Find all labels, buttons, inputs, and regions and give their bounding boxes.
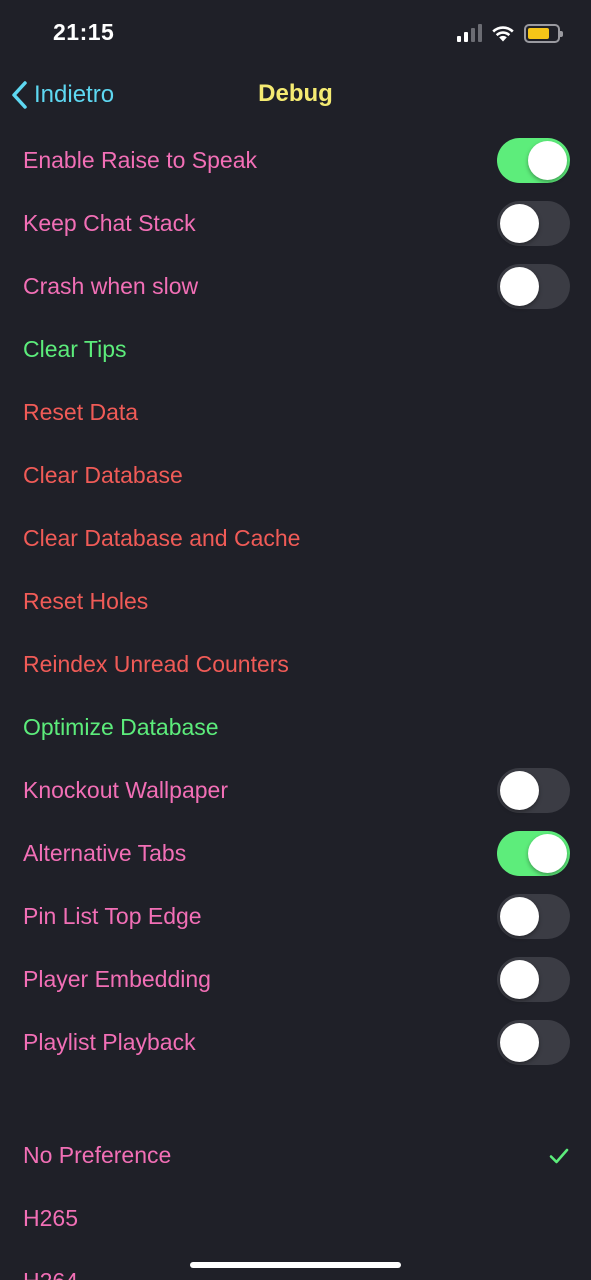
toggle-knob bbox=[500, 897, 539, 936]
wifi-icon bbox=[492, 26, 514, 42]
setting-label: Knockout Wallpaper bbox=[23, 777, 228, 803]
battery-icon bbox=[524, 23, 563, 43]
alternative-tabs-toggle[interactable] bbox=[497, 831, 570, 876]
setting-label: Keep Chat Stack bbox=[23, 210, 196, 236]
setting-label: Enable Raise to Speak bbox=[23, 147, 257, 173]
reindex-unread-counters-button[interactable]: Reindex Unread Counters bbox=[0, 633, 591, 696]
action-label: Reindex Unread Counters bbox=[23, 651, 289, 677]
setting-playlist-playback: Playlist Playback bbox=[0, 1011, 591, 1074]
toggle-knob bbox=[500, 771, 539, 810]
action-label: Clear Database bbox=[23, 462, 183, 488]
status-icons bbox=[457, 22, 563, 44]
page-title: Debug bbox=[258, 80, 333, 107]
navigation-bar: Indietro Debug bbox=[0, 66, 591, 124]
enable-raise-to-speak-toggle[interactable] bbox=[497, 138, 570, 183]
toggle-knob bbox=[528, 141, 567, 180]
action-label: Optimize Database bbox=[23, 714, 219, 740]
knockout-wallpaper-toggle[interactable] bbox=[497, 768, 570, 813]
checkmark-icon bbox=[549, 1148, 569, 1163]
toggle-knob bbox=[528, 834, 567, 873]
keep-chat-stack-toggle[interactable] bbox=[497, 201, 570, 246]
setting-alternative-tabs: Alternative Tabs bbox=[0, 822, 591, 885]
settings-list: Enable Raise to Speak Keep Chat Stack Cr… bbox=[0, 129, 591, 1280]
pin-list-top-edge-toggle[interactable] bbox=[497, 894, 570, 939]
status-bar: 21:15 bbox=[0, 0, 591, 66]
crash-when-slow-toggle[interactable] bbox=[497, 264, 570, 309]
playlist-playback-toggle[interactable] bbox=[497, 1020, 570, 1065]
setting-player-embedding: Player Embedding bbox=[0, 948, 591, 1011]
status-time: 21:15 bbox=[53, 19, 115, 45]
action-label: Clear Database and Cache bbox=[23, 525, 301, 551]
setting-label: Playlist Playback bbox=[23, 1029, 196, 1055]
codec-option-no-preference[interactable]: No Preference bbox=[0, 1124, 591, 1187]
toggle-knob bbox=[500, 204, 539, 243]
action-label: Reset Data bbox=[23, 399, 139, 425]
clear-database-and-cache-button[interactable]: Clear Database and Cache bbox=[0, 507, 591, 570]
toggle-knob bbox=[500, 267, 539, 306]
option-label: H264 bbox=[23, 1268, 78, 1280]
clear-database-button[interactable]: Clear Database bbox=[0, 444, 591, 507]
player-embedding-toggle[interactable] bbox=[497, 957, 570, 1002]
setting-label: Crash when slow bbox=[23, 273, 199, 299]
action-label: Clear Tips bbox=[23, 336, 127, 362]
action-label: Reset Holes bbox=[23, 588, 149, 614]
codec-option-h265[interactable]: H265 bbox=[0, 1187, 591, 1250]
clear-tips-button[interactable]: Clear Tips bbox=[0, 318, 591, 381]
setting-knockout-wallpaper: Knockout Wallpaper bbox=[0, 759, 591, 822]
reset-data-button[interactable]: Reset Data bbox=[0, 381, 591, 444]
setting-label: Player Embedding bbox=[23, 966, 211, 992]
option-label: No Preference bbox=[23, 1142, 172, 1168]
reset-holes-button[interactable]: Reset Holes bbox=[0, 570, 591, 633]
battery-tip bbox=[560, 30, 563, 37]
optimize-database-button[interactable]: Optimize Database bbox=[0, 696, 591, 759]
setting-enable-raise-to-speak: Enable Raise to Speak bbox=[0, 129, 591, 192]
setting-label: Pin List Top Edge bbox=[23, 903, 202, 929]
toggle-knob bbox=[500, 960, 539, 999]
option-label: H265 bbox=[23, 1205, 78, 1231]
toggle-knob bbox=[500, 1023, 539, 1062]
home-indicator bbox=[190, 1262, 401, 1268]
setting-crash-when-slow: Crash when slow bbox=[0, 255, 591, 318]
battery-fill bbox=[528, 27, 549, 39]
setting-keep-chat-stack: Keep Chat Stack bbox=[0, 192, 591, 255]
setting-pin-list-top-edge: Pin List Top Edge bbox=[0, 885, 591, 948]
cellular-signal-icon bbox=[457, 24, 482, 42]
setting-label: Alternative Tabs bbox=[23, 840, 187, 866]
